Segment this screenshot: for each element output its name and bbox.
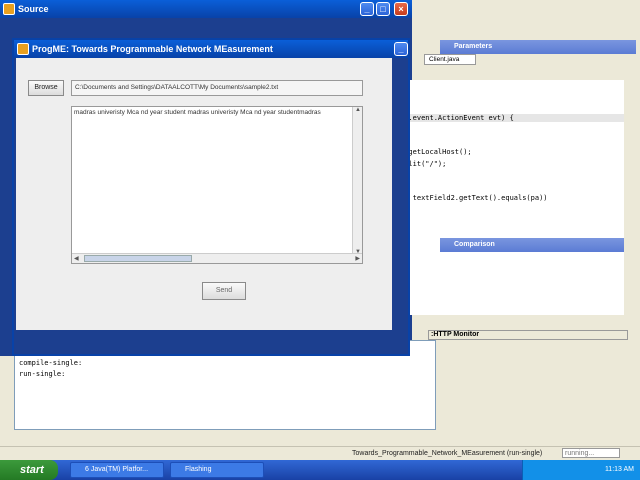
file-content-text: madras univeristy Mca nd year student ma… [74, 109, 321, 116]
taskbar-item-java[interactable]: 6 Java(TM) Platfor... [70, 462, 164, 478]
send-button[interactable]: Send [202, 282, 246, 300]
taskbar-item-flashing[interactable]: Flashing [170, 462, 264, 478]
progme-dialog: ProgME: Towards Programmable Network MEa… [12, 38, 410, 356]
start-button[interactable]: start [0, 460, 58, 480]
clock: 11:13 AM [604, 466, 634, 473]
browse-button[interactable]: Browse [28, 80, 64, 96]
editor-tab[interactable]: Client.java [424, 54, 476, 65]
close-button[interactable]: × [394, 2, 408, 16]
file-content-textarea[interactable]: madras univeristy Mca nd year student ma… [71, 106, 363, 264]
taskbar: start 6 Java(TM) Platfor... Flashing 11:… [0, 460, 640, 480]
system-tray: 11:13 AM [522, 460, 640, 480]
dialog-title-bar[interactable]: ProgME: Towards Programmable Network MEa… [14, 40, 408, 58]
code-editor[interactable]: st.event.ActionEvent evt) { s.getLocalHo… [400, 80, 624, 315]
output-line: compile-single: [19, 359, 83, 367]
parameters-panel-title[interactable]: Parameters [440, 40, 636, 54]
source-title-bar[interactable]: Source _ □ × [0, 0, 412, 18]
dialog-minimize-button[interactable]: _ [394, 42, 408, 56]
source-title: Source [18, 4, 49, 14]
scroll-left-icon[interactable]: ◀ [74, 255, 79, 262]
app-icon [3, 3, 15, 15]
code-line: s.getLocalHost(); [400, 148, 472, 156]
dialog-title: ProgME: Towards Programmable Network MEa… [32, 44, 273, 54]
comparison-panel-title[interactable]: Comparison [440, 238, 624, 252]
run-status-text: Towards_Programmable_Network_MEasurement… [352, 450, 543, 457]
file-path-field[interactable]: C:\Documents and Settings\DATAALCOTT\My … [71, 80, 363, 96]
vertical-scrollbar[interactable]: ▲ ▼ [352, 107, 362, 255]
horizontal-scrollbar[interactable]: ◀ ▶ [72, 253, 362, 263]
status-bar: Towards_Programmable_Network_MEasurement… [0, 446, 640, 460]
progress-indicator: running... [562, 448, 620, 458]
code-line: && textField2.getText().equals(pa)) [400, 194, 548, 202]
maximize-button[interactable]: □ [376, 2, 390, 16]
dialog-body: Browse C:\Documents and Settings\DATAALC… [16, 58, 392, 330]
java-icon [17, 43, 29, 55]
scroll-thumb[interactable] [84, 255, 192, 262]
minimize-button[interactable]: _ [360, 2, 374, 16]
code-line: st.event.ActionEvent evt) { [400, 114, 624, 122]
scroll-up-icon[interactable]: ▲ [355, 107, 361, 113]
http-monitor-label[interactable]: :HTTP Monitor [428, 330, 628, 340]
output-line: run-single: [19, 370, 66, 378]
scroll-right-icon[interactable]: ▶ [355, 255, 360, 262]
